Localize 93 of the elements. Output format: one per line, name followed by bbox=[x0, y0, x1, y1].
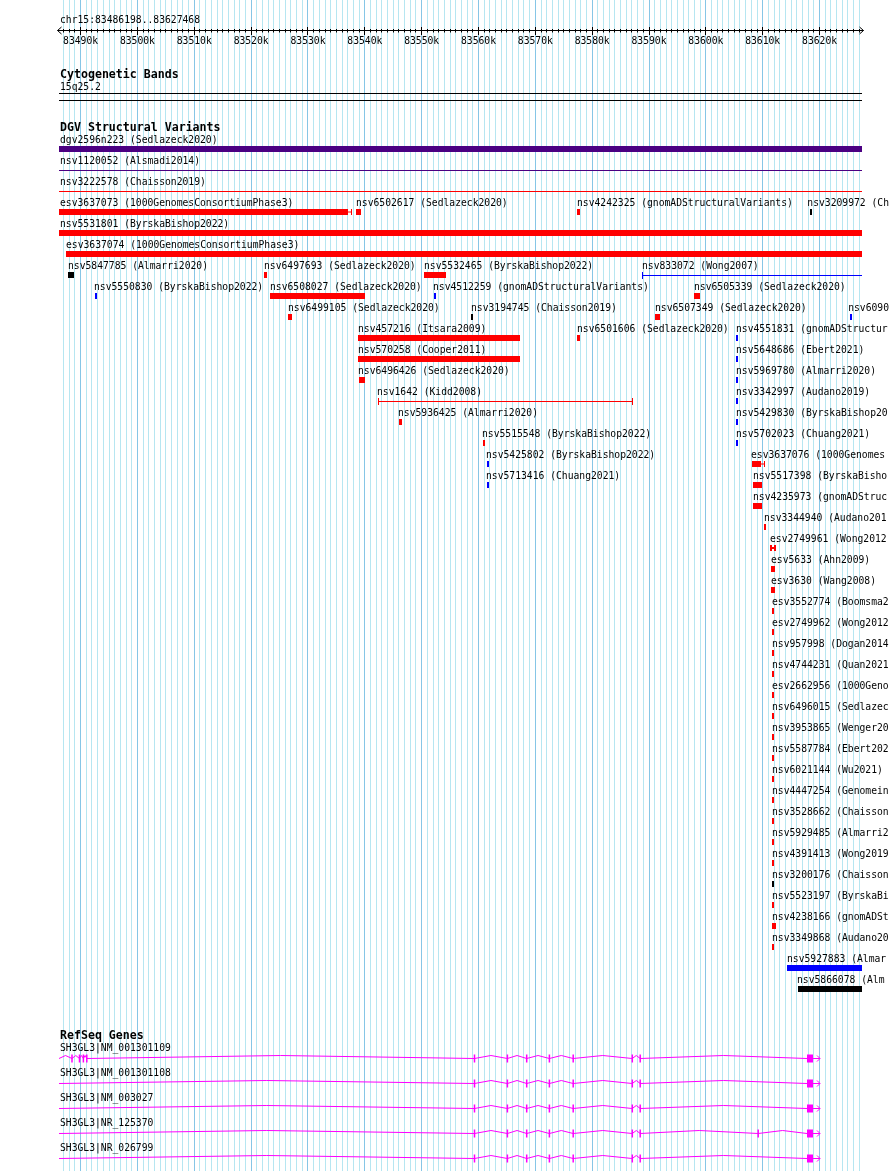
variant-bar[interactable] bbox=[770, 545, 776, 551]
tick-label: 83520k bbox=[233, 35, 269, 46]
variant-label: nsv4391413 (Wong2019 bbox=[772, 848, 889, 860]
variant-label: nsv6496426 (Sedlazeck2020) bbox=[358, 365, 510, 377]
variant-label: nsv5927883 (Almar bbox=[787, 953, 887, 965]
track-title: Cytogenetic Bands bbox=[60, 68, 179, 81]
variant-bar[interactable] bbox=[752, 461, 765, 467]
variant-label: nsv3528662 (Chaisson bbox=[772, 806, 889, 818]
variant-label: nsv4551831 (gnomADStructur bbox=[736, 323, 888, 335]
tick-label: 83610k bbox=[745, 35, 781, 46]
variant-label: nsv4235973 (gnomADStruc bbox=[753, 491, 888, 503]
tick-label: 83510k bbox=[176, 35, 212, 46]
variant-label: nsv1642 (Kidd2008) bbox=[377, 386, 482, 398]
gene-model-drawing[interactable] bbox=[59, 1154, 821, 1163]
variant-label: esv2749962 (Wong2012 bbox=[772, 617, 889, 629]
variant-label: esv2749961 (Wong2012 bbox=[770, 533, 887, 545]
variant-label: nsv3222578 (Chaisson2019) bbox=[60, 176, 206, 188]
variant-label: esv3637076 (1000Genomes bbox=[751, 449, 886, 461]
variant-label: nsv4447254 (Genomein bbox=[772, 785, 889, 797]
variant-label: nsv5532465 (ByrskaBishop2022) bbox=[424, 260, 594, 272]
variant-label: nsv570258 (Cooper2011) bbox=[358, 344, 487, 356]
variant-label: nsv5929485 (Almarri2 bbox=[772, 827, 889, 839]
variant-label: nsv6499105 (Sedlazeck2020) bbox=[288, 302, 440, 314]
variant-label: esv3630 (Wang2008) bbox=[771, 575, 876, 587]
variant-label: nsv5936425 (Almarri2020) bbox=[398, 407, 538, 419]
tick-label: 83540k bbox=[347, 35, 383, 46]
variant-label: nsv6021144 (Wu2021) bbox=[772, 764, 883, 776]
variant-label: nsv5550830 (ByrskaBishop2022) bbox=[94, 281, 264, 293]
variant-label: nsv6496015 (Sedlazec bbox=[772, 701, 889, 713]
variant-label: nsv5587784 (Ebert202 bbox=[772, 743, 889, 755]
band-label: 15q25.2 bbox=[60, 81, 101, 93]
variant-label: esv3637074 (1000GenomesConsortiumPhase3) bbox=[66, 239, 300, 251]
variant-label: nsv5515548 (ByrskaBishop2022) bbox=[482, 428, 652, 440]
gene-model-drawing[interactable] bbox=[59, 1079, 821, 1088]
gene-model-drawing[interactable] bbox=[59, 1054, 821, 1063]
variant-label: esv3637073 (1000GenomesConsortiumPhase3) bbox=[60, 197, 294, 209]
variant-label: nsv5429830 (ByrskaBishop20 bbox=[736, 407, 888, 419]
variant-label: nsv5866078 (Alm bbox=[797, 974, 885, 986]
variant-label: nsv3953865 (Wenger20 bbox=[772, 722, 889, 734]
variant-label: nsv4242325 (gnomADStructuralVariants) bbox=[577, 197, 793, 209]
variant-label: nsv5702023 (Chuang2021) bbox=[736, 428, 871, 440]
variant-label: nsv4238166 (gnomADSt bbox=[772, 911, 889, 923]
variant-label: nsv5531801 (ByrskaBishop2022) bbox=[60, 218, 230, 230]
variant-label: nsv4512259 (gnomADStructuralVariants) bbox=[433, 281, 649, 293]
variant-label: nsv457216 (Itsara2009) bbox=[358, 323, 487, 335]
tick-label: 83570k bbox=[517, 35, 553, 46]
variant-label: nsv6507349 (Sedlazeck2020) bbox=[655, 302, 807, 314]
variant-label: nsv6505339 (Sedlazeck2020) bbox=[694, 281, 846, 293]
variant-label: nsv6501606 (Sedlazeck2020) bbox=[577, 323, 729, 335]
tick-label: 83490k bbox=[63, 35, 99, 46]
variant-label: nsv3194745 (Chaisson2019) bbox=[471, 302, 617, 314]
variant-label: nsv957998 (Dogan2014 bbox=[772, 638, 889, 650]
variant-label: nsv6502617 (Sedlazeck2020) bbox=[356, 197, 508, 209]
variant-label: nsv3344940 (Audano201 bbox=[764, 512, 887, 524]
transcript-label: SH3GL3|NM_003027 bbox=[60, 1092, 154, 1104]
variant-label: esv2662956 (1000Geno bbox=[772, 680, 889, 692]
transcript-label: SH3GL3|NM_001301109 bbox=[60, 1042, 171, 1054]
tick-label: 83550k bbox=[404, 35, 440, 46]
variant-label: nsv5425802 (ByrskaBishop2022) bbox=[486, 449, 656, 461]
tick-label: 83600k bbox=[688, 35, 724, 46]
tick-label: 83530k bbox=[290, 35, 326, 46]
variant-label: dgv2596n223 (Sedlazeck2020) bbox=[60, 134, 218, 146]
variant-label: nsv3349868 (Audano20 bbox=[772, 932, 889, 944]
variant-label: nsv3209972 (Ch bbox=[807, 197, 889, 209]
region-label: chr15:83486198..83627468 bbox=[60, 14, 200, 26]
gene-model-drawing[interactable] bbox=[59, 1104, 821, 1113]
variant-label: nsv4744231 (Quan2021 bbox=[772, 659, 889, 671]
transcript-label: SH3GL3|NR_026799 bbox=[60, 1142, 154, 1154]
transcript-label: SH3GL3|NM_001301108 bbox=[60, 1067, 171, 1079]
variant-label: nsv3342997 (Audano2019) bbox=[736, 386, 871, 398]
track-title: DGV Structural Variants bbox=[60, 121, 221, 134]
variant-label: nsv5847785 (Almarri2020) bbox=[68, 260, 208, 272]
variant-label: nsv3200176 (Chaisson bbox=[772, 869, 889, 881]
variant-label: esv5633 (Ahn2009) bbox=[771, 554, 871, 566]
variant-label: nsv6508027 (Sedlazeck2020) bbox=[270, 281, 422, 293]
variant-label: nsv5517398 (ByrskaBisho bbox=[753, 470, 888, 482]
tick-label: 83590k bbox=[631, 35, 667, 46]
variant-label: nsv6497693 (Sedlazeck2020) bbox=[264, 260, 416, 272]
variant-label: esv3552774 (Boomsma2 bbox=[772, 596, 889, 608]
tick-label: 83560k bbox=[461, 35, 496, 46]
tick-label: 83580k bbox=[574, 35, 610, 46]
variant-label: nsv5969780 (Almarri2020) bbox=[736, 365, 876, 377]
transcript-label: SH3GL3|NR_125370 bbox=[60, 1117, 154, 1129]
tick-label: 83620k bbox=[802, 35, 838, 46]
variant-label: nsv1120052 (Alsmadi2014) bbox=[60, 155, 200, 167]
tick-label: 83500k bbox=[119, 35, 155, 46]
track-title: RefSeq Genes bbox=[60, 1029, 144, 1042]
variant-label: nsv6090 bbox=[848, 302, 889, 314]
variant-label: nsv5713416 (Chuang2021) bbox=[486, 470, 621, 482]
gene-model-drawing[interactable] bbox=[59, 1129, 821, 1138]
variant-label: nsv5648686 (Ebert2021) bbox=[736, 344, 865, 356]
variant-label: nsv5523197 (ByrskaBi bbox=[772, 890, 889, 902]
variant-label: nsv833072 (Wong2007) bbox=[642, 260, 759, 272]
